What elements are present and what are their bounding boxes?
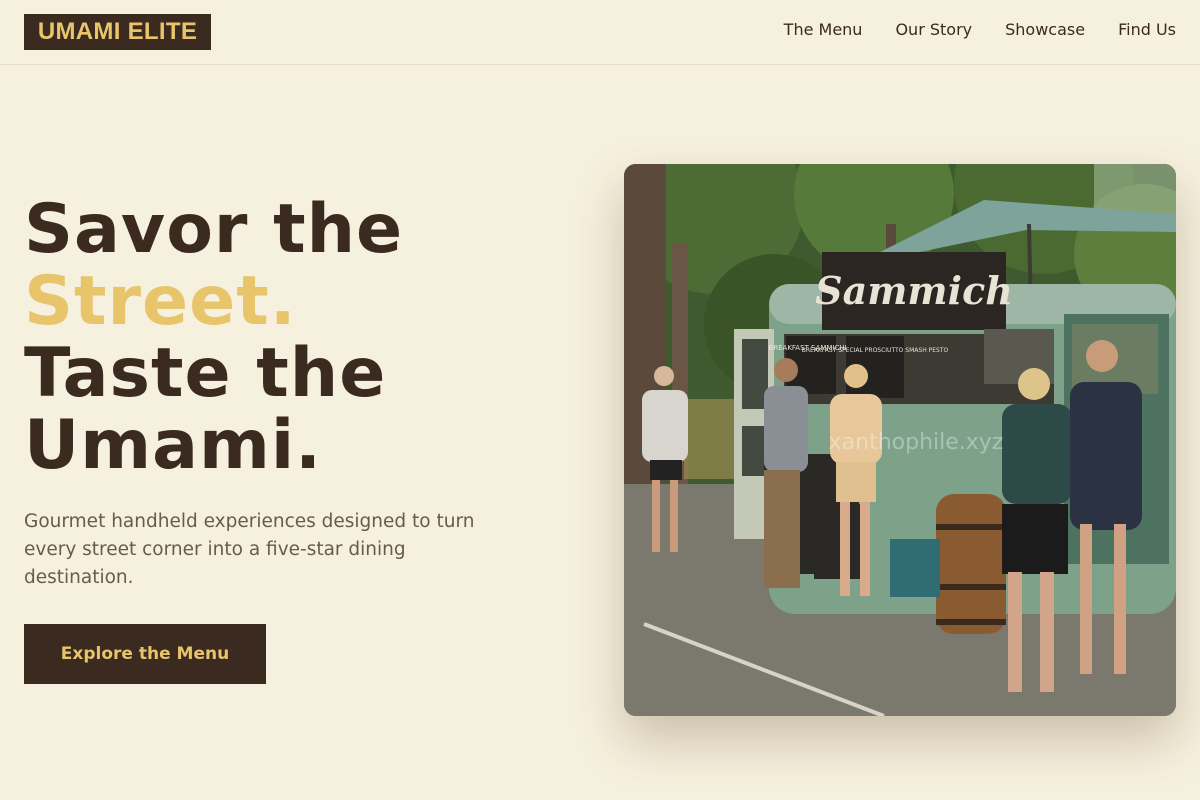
nav-link-showcase[interactable]: Showcase [1005, 20, 1085, 39]
top-navigation-bar: UMAMI ELITE The Menu Our Story Showcase … [0, 0, 1200, 65]
hero-photo-food-truck: Sammich BREAKFAST SAMMICHES BREAKFAST SP… [624, 164, 1176, 716]
nav-link-the-menu[interactable]: The Menu [784, 20, 863, 39]
main-nav: The Menu Our Story Showcase Find Us [784, 20, 1176, 39]
headline-line-4: Umami. [24, 406, 322, 485]
explore-menu-button[interactable]: Explore the Menu [24, 624, 266, 684]
headline-line-2-accent: Street. [24, 262, 297, 341]
food-truck-illustration: Sammich BREAKFAST SAMMICHES BREAKFAST SP… [624, 164, 1176, 716]
nav-link-our-story[interactable]: Our Story [895, 20, 972, 39]
photo-watermark: xanthophile.xyz [829, 430, 1004, 455]
chalkboard-right-text: BREAKFAST SPECIAL PROSCIUTTO SMASH PESTO [802, 347, 949, 354]
brand-logo[interactable]: UMAMI ELITE [24, 14, 211, 50]
headline-line-3: Taste the [24, 334, 387, 413]
truck-sign-text: Sammich [815, 268, 1013, 313]
hero-headline: Savor the Street. Taste the Umami. [24, 194, 403, 482]
nav-link-find-us[interactable]: Find Us [1118, 20, 1176, 39]
hero-subtext: Gourmet handheld experiences designed to… [24, 511, 475, 588]
headline-line-1: Savor the [24, 190, 404, 269]
